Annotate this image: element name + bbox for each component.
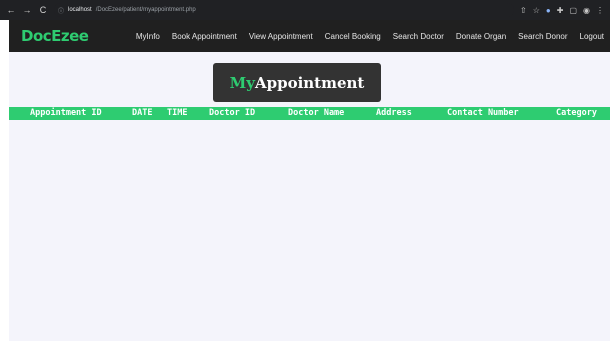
column-header-date: DATE xyxy=(132,108,153,118)
brand-logo[interactable]: DocEzee xyxy=(21,27,89,45)
column-header-time: TIME xyxy=(167,108,188,118)
url-path: /DocEzee/patient/myappointment.php xyxy=(95,7,196,13)
address-bar[interactable]: ⓘ localhost/DocEzee/patient/myappointmen… xyxy=(54,3,515,17)
browser-menu-icon[interactable]: ⋮ xyxy=(596,6,604,15)
nav-menu: MyInfo Book Appointment View Appointment… xyxy=(130,20,610,52)
nav-search-donor-link[interactable]: Search Donor xyxy=(512,32,573,41)
browser-actions: ⇧ ☆ ● ✚ ▢ ◉ ⋮ xyxy=(520,6,604,15)
nav-cancel-booking-link[interactable]: Cancel Booking xyxy=(319,32,387,41)
back-arrow-icon[interactable]: ← xyxy=(6,5,16,15)
page-title-rest: Appointment xyxy=(254,73,365,92)
site-navbar: DocEzee MyInfo Book Appointment View App… xyxy=(9,20,610,52)
forward-arrow-icon[interactable]: → xyxy=(22,5,32,15)
page-title-accent: My xyxy=(229,73,255,92)
url-host: localhost xyxy=(68,7,92,13)
column-header-appointment-id: Appointment ID xyxy=(30,108,102,118)
column-header-address: Address xyxy=(376,108,412,118)
reload-icon[interactable]: C xyxy=(38,5,48,15)
nav-donate-organ-link[interactable]: Donate Organ xyxy=(450,32,512,41)
nav-book-appointment-link[interactable]: Book Appointment xyxy=(166,32,243,41)
nav-view-appointment-link[interactable]: View Appointment xyxy=(243,32,319,41)
browser-toolbar: ← → C ⓘ localhost/DocEzee/patient/myappo… xyxy=(0,0,610,20)
puzzle-icon[interactable]: ✚ xyxy=(557,6,564,15)
column-header-contact-number: Contact Number xyxy=(447,108,519,118)
share-icon[interactable]: ⇧ xyxy=(520,6,527,15)
side-panel-icon[interactable]: ▢ xyxy=(569,6,577,15)
site-info-icon[interactable]: ⓘ xyxy=(58,6,64,15)
page-title: My Appointment xyxy=(213,63,381,102)
profile-icon[interactable]: ◉ xyxy=(583,6,590,15)
nav-search-doctor-link[interactable]: Search Doctor xyxy=(387,32,450,41)
appointments-table-header: Appointment ID DATE TIME Doctor ID Docto… xyxy=(9,107,610,120)
bookmark-star-icon[interactable]: ☆ xyxy=(533,6,540,15)
nav-logout-link[interactable]: Logout xyxy=(574,32,610,41)
page-content: My Appointment Appointment ID DATE TIME D… xyxy=(9,52,610,341)
extension-icon[interactable]: ● xyxy=(546,6,551,15)
column-header-doctor-id: Doctor ID xyxy=(209,108,256,118)
nav-myinfo-link[interactable]: MyInfo xyxy=(130,32,166,41)
column-header-doctor-name: Doctor Name xyxy=(288,108,345,118)
column-header-category: Category xyxy=(556,108,597,118)
